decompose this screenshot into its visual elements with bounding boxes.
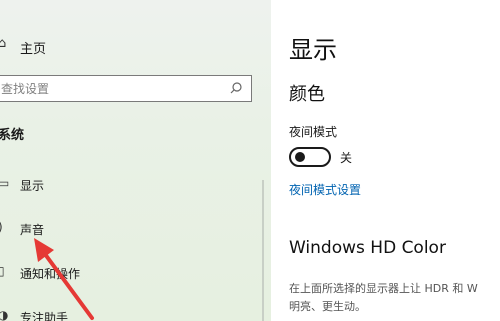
color-section-title: 颜色	[289, 84, 325, 105]
sidebar-item-label: 显示	[20, 179, 45, 193]
night-mode-label: 夜间模式	[289, 125, 338, 139]
hd-color-title: Windows HD Color	[289, 238, 446, 258]
sidebar-item-notifications[interactable]: ▯ 通知和操作	[0, 262, 260, 284]
page-title: 显示	[289, 36, 337, 64]
hd-desc-line-1: 在上面所选择的显示器上让 HDR 和 W	[289, 282, 478, 295]
toggle-knob	[295, 152, 305, 162]
night-mode-toggle[interactable]	[289, 147, 331, 167]
sidebar: ⌂ 主页 系统 ▭ 显示 ) 声音 ▯ 通知和操作 ◑ 专注助手	[0, 0, 271, 321]
sidebar-item-display[interactable]: ▭ 显示	[0, 174, 260, 196]
home-icon: ⌂	[0, 36, 7, 51]
sidebar-item-home[interactable]: ⌂ 主页	[0, 36, 260, 58]
speaker-icon: )	[0, 220, 3, 234]
monitor-icon: ▭	[0, 176, 10, 190]
focus-assist-icon: ◑	[0, 308, 9, 321]
sidebar-item-label: 主页	[20, 42, 47, 57]
hd-desc-line-2: 明亮、更生动。	[289, 300, 366, 313]
sidebar-item-label: 通知和操作	[20, 267, 81, 281]
search-icon[interactable]	[229, 81, 243, 95]
sidebar-item-sound[interactable]: ) 声音	[0, 218, 260, 240]
hd-color-description: 在上面所选择的显示器上让 HDR 和 W 明亮、更生动。	[289, 280, 500, 316]
main-content: 显示 颜色 夜间模式 关 夜间模式设置 Windows HD Color 在上面…	[271, 0, 500, 321]
section-title: 系统	[0, 128, 25, 143]
sidebar-item-label: 声音	[20, 223, 45, 237]
sidebar-item-label: 专注助手	[20, 311, 69, 321]
sidebar-scrollbar[interactable]	[262, 180, 264, 321]
night-mode-settings-link[interactable]: 夜间模式设置	[289, 181, 361, 198]
search-input[interactable]	[1, 76, 221, 101]
search-box[interactable]	[0, 75, 252, 102]
night-mode-state: 关	[340, 151, 353, 165]
notification-icon: ▯	[0, 264, 5, 278]
sidebar-item-focus-assist[interactable]: ◑ 专注助手	[0, 306, 260, 321]
